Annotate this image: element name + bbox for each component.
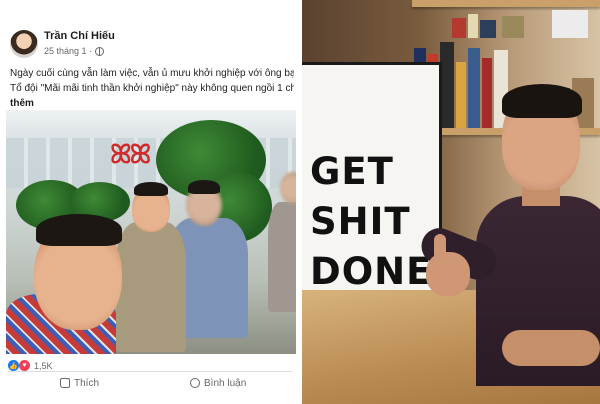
like-reaction-icon: 👍 bbox=[8, 360, 19, 371]
globe-icon bbox=[95, 46, 105, 56]
poster-line: SHIT bbox=[310, 200, 411, 243]
wall-logo: ꕤꕤ bbox=[110, 140, 151, 170]
man-hair bbox=[502, 84, 582, 118]
post-date[interactable]: 25 tháng 1 · bbox=[44, 46, 92, 56]
post-header: Trần Chí Hiếu 25 tháng 1 · bbox=[10, 28, 296, 60]
thumbs-up-icon bbox=[434, 234, 446, 260]
shelf-board bbox=[412, 0, 600, 7]
post-text: Ngày cuối cùng vẫn làm việc, vẫn ủ mưu k… bbox=[10, 66, 294, 111]
post-photo[interactable]: ꕤꕤ bbox=[6, 110, 296, 354]
author-avatar[interactable] bbox=[10, 30, 38, 58]
like-button-label: Thích bbox=[74, 377, 100, 389]
post-actions: Thích Bình luận bbox=[0, 374, 300, 392]
reactions-summary[interactable]: 👍 ♥ 1,5K bbox=[8, 360, 53, 371]
post-meta: 25 tháng 1 · bbox=[44, 46, 105, 56]
office-photo: GET SHIT DONE. bbox=[302, 0, 600, 404]
comment-button[interactable]: Bình luận bbox=[190, 374, 246, 392]
love-reaction-icon: ♥ bbox=[19, 360, 30, 371]
facebook-post-card: Trần Chí Hiếu 25 tháng 1 · Ngày cuối cùn… bbox=[0, 0, 300, 404]
thumb-up-icon bbox=[60, 378, 70, 388]
poster-line: GET bbox=[310, 150, 394, 193]
man-hand bbox=[426, 252, 470, 296]
post-text-line: Tổ đội "Mãi mãi tinh thần khởi nghiệp" n… bbox=[10, 83, 294, 94]
see-more-link[interactable]: thêm bbox=[10, 96, 294, 111]
post-text-line: Ngày cuối cùng vẫn làm việc, vẫn ủ mưu k… bbox=[10, 68, 294, 79]
actions-divider bbox=[8, 371, 292, 372]
reaction-count: 1,5K bbox=[34, 360, 53, 371]
comment-icon bbox=[190, 378, 200, 388]
author-name[interactable]: Trần Chí Hiếu bbox=[44, 30, 115, 42]
like-button[interactable]: Thích bbox=[60, 374, 99, 392]
comment-button-label: Bình luận bbox=[204, 377, 247, 389]
man-forearm bbox=[502, 330, 600, 366]
get-shit-done-poster: GET SHIT DONE. bbox=[302, 62, 446, 310]
books-top bbox=[302, 8, 600, 38]
